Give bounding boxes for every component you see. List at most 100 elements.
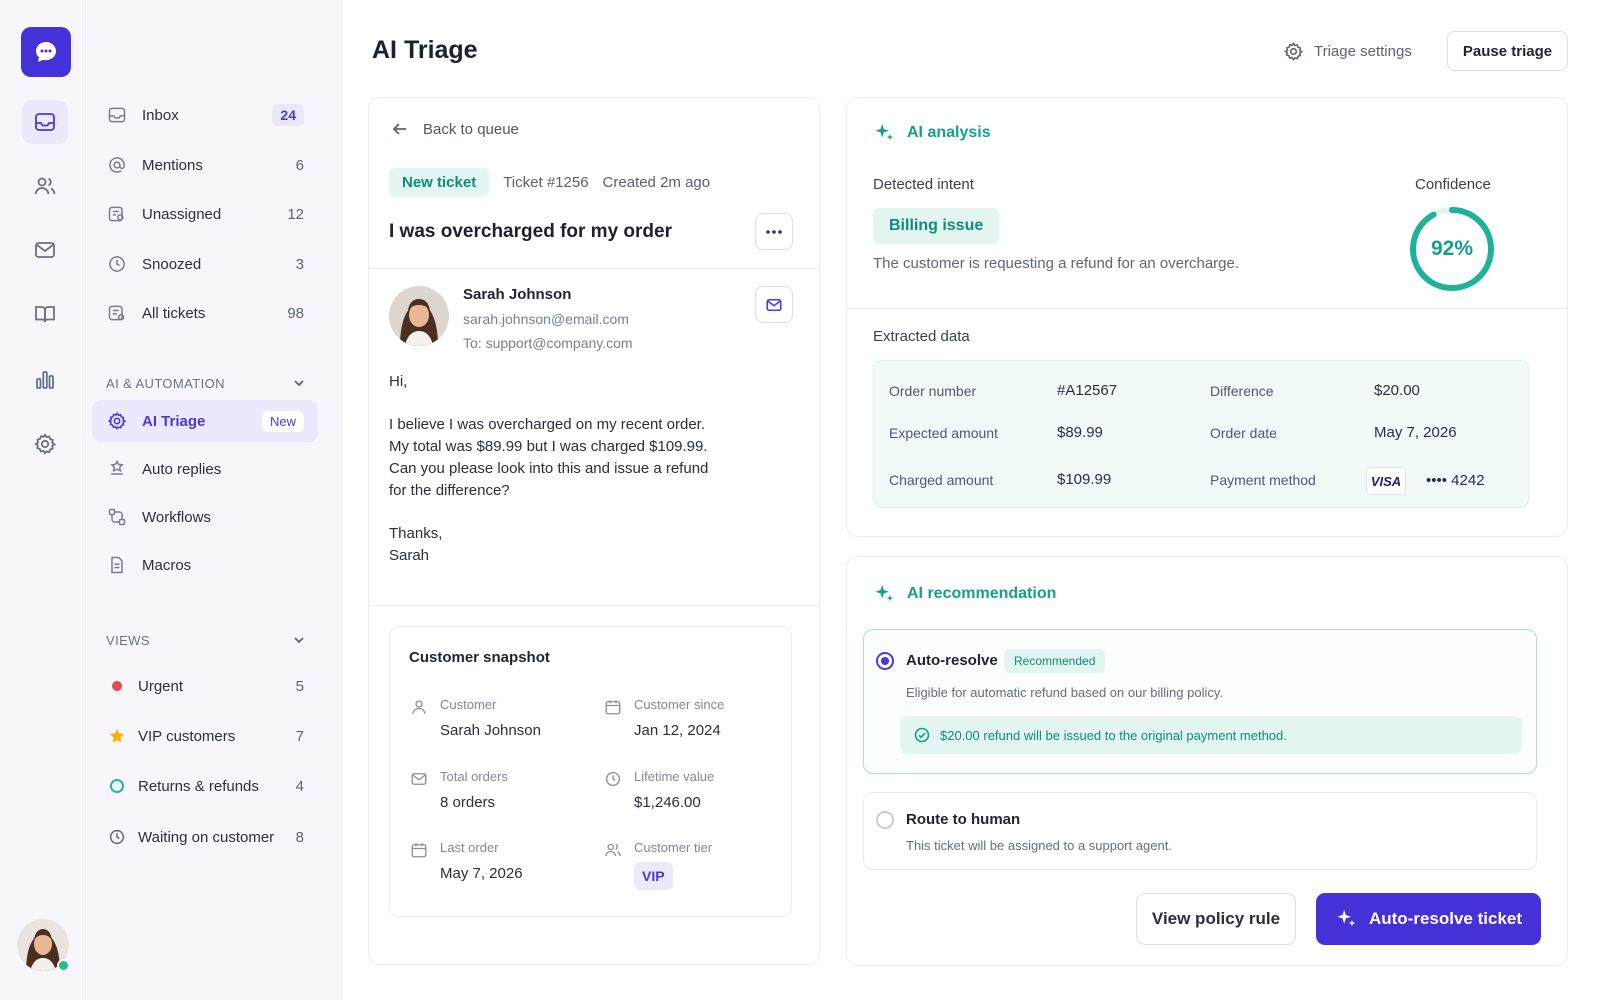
section-title: AI analysis [907, 124, 991, 141]
user-avatar[interactable] [16, 918, 70, 972]
calendar-icon [410, 841, 428, 859]
app-logo-icon[interactable] [21, 27, 71, 77]
mail-icon [766, 298, 782, 311]
gear-icon [1283, 41, 1304, 62]
nav-item-ai-triage[interactable]: AI Triage New [92, 400, 318, 442]
users-rail-icon[interactable] [22, 164, 68, 208]
auto-resolve-radio[interactable] [876, 652, 894, 670]
ai-recommendation-header: AI recommendation [873, 583, 1056, 605]
arrow-left-icon [391, 120, 409, 138]
view-item-waiting[interactable]: Waiting on customer 8 [92, 816, 318, 858]
view-label: Waiting on customer [138, 828, 275, 846]
nav-sidebar: Inbox 24 Mentions 6 Unassigned 12 Snooze… [86, 0, 342, 1000]
recommended-badge: Recommended [1004, 649, 1106, 673]
back-to-queue-link[interactable]: Back to queue [391, 120, 519, 138]
reports-chart-icon[interactable] [22, 358, 68, 402]
route-to-human-radio[interactable] [876, 811, 894, 829]
ai-recommendation-card: AI recommendation Auto-resolve Recommend… [846, 556, 1568, 966]
view-label: Urgent [138, 677, 184, 695]
nav-item-workflows[interactable]: Workflows [92, 496, 318, 538]
triage-gear-icon [106, 410, 128, 432]
views-section-header[interactable]: VIEWS [106, 630, 306, 650]
field-value: VIP [634, 862, 673, 890]
ellipsis-icon [766, 229, 782, 234]
difference-value: $20.00 [1374, 382, 1420, 399]
nav-count: 6 [295, 156, 304, 174]
reply-email-button[interactable] [755, 286, 793, 323]
calendar-icon [604, 698, 622, 716]
nav-item-unassigned[interactable]: Unassigned 12 [92, 193, 318, 235]
option-title: Auto-resolve [906, 652, 998, 669]
chevron-down-icon[interactable] [292, 376, 306, 390]
nav-item-mentions[interactable]: Mentions 6 [92, 144, 318, 186]
message-line: for the difference? [389, 482, 510, 499]
chevron-down-icon[interactable] [292, 633, 306, 647]
field-value: 8 orders [440, 794, 496, 811]
view-item-vip[interactable]: VIP customers 7 [92, 715, 318, 757]
order-number-label: Order number [889, 383, 977, 399]
settings-gear-icon[interactable] [22, 422, 68, 466]
detected-intent-label: Detected intent [873, 176, 974, 193]
ticket-created-time: Created 2m ago [602, 174, 711, 191]
field-label: Lifetime value [634, 769, 715, 784]
nav-item-label: Inbox [142, 106, 179, 124]
refund-note: $20.00 refund will be issued to the orig… [900, 716, 1522, 754]
field-label: Customer since [634, 697, 725, 712]
unassigned-icon [106, 203, 128, 225]
option-title: Route to human [906, 811, 1021, 828]
nav-item-inbox[interactable]: Inbox 24 [92, 94, 318, 136]
nav-item-all-tickets[interactable]: All tickets 98 [92, 292, 318, 334]
vip-badge: VIP [634, 862, 673, 890]
pause-triage-button[interactable]: Pause triage [1447, 31, 1568, 71]
nav-item-label: Snoozed [142, 255, 202, 273]
sender-name: Sarah Johnson [463, 286, 572, 303]
view-label: Returns & refunds [138, 777, 259, 795]
view-label: VIP customers [138, 727, 236, 745]
ai-analysis-card: AI analysis Detected intent Billing issu… [846, 97, 1568, 537]
view-item-returns[interactable]: Returns & refunds 4 [92, 765, 318, 807]
triage-settings-button[interactable]: Triage settings [1283, 38, 1412, 64]
auto-resolve-ticket-button[interactable]: Auto-resolve ticket [1316, 893, 1541, 945]
mail-icon [410, 770, 428, 788]
users-icon [604, 841, 622, 859]
teal-ring-icon [106, 775, 128, 797]
page-title: AI Triage [372, 36, 478, 64]
online-status-dot [57, 959, 70, 972]
field-label: Customer tier [634, 840, 713, 855]
intent-badge: Billing issue [873, 208, 1000, 244]
nav-item-auto-replies[interactable]: Auto replies [92, 448, 318, 490]
view-policy-rule-button[interactable]: View policy rule [1136, 893, 1296, 945]
view-count: 7 [295, 727, 304, 745]
red-dot-icon [106, 675, 128, 697]
message-line: My total was $89.99 but I was charged $1… [389, 438, 708, 455]
divider [847, 308, 1567, 309]
tickets-icon [106, 302, 128, 324]
message-line: I believe I was overcharged on my recent… [389, 416, 705, 433]
ai-automation-section-header[interactable]: AI & AUTOMATION [106, 373, 306, 393]
sparkle-icon [873, 583, 895, 605]
field-value: Sarah Johnson [440, 722, 541, 739]
sender-avatar [389, 286, 449, 346]
option-auto-resolve[interactable]: Auto-resolve Recommended Eligible for au… [863, 629, 1537, 774]
triage-settings-label: Triage settings [1314, 42, 1412, 60]
new-badge: New [261, 410, 304, 432]
extracted-data-label: Extracted data [873, 328, 970, 345]
charged-amount-value: $109.99 [1057, 471, 1112, 488]
divider [369, 605, 819, 606]
payment-method-label: Payment method [1210, 472, 1316, 488]
order-date-value: May 7, 2026 [1374, 424, 1457, 441]
mail-rail-icon[interactable] [22, 228, 68, 272]
nav-item-label: Unassigned [142, 205, 222, 223]
field-value: $1,246.00 [634, 794, 701, 811]
nav-item-macros[interactable]: Macros [92, 544, 318, 586]
icon-rail [0, 0, 86, 1000]
inbox-rail-icon[interactable] [22, 100, 68, 144]
knowledge-book-icon[interactable] [22, 292, 68, 336]
nav-item-snoozed[interactable]: Snoozed 3 [92, 243, 318, 285]
star-icon [106, 725, 128, 747]
option-route-to-human[interactable]: Route to human This ticket will be assig… [863, 792, 1537, 870]
view-item-urgent[interactable]: Urgent 5 [92, 665, 318, 707]
nav-item-label: All tickets [142, 304, 206, 322]
more-options-button[interactable] [755, 213, 793, 250]
field-label: Customer [440, 697, 497, 712]
